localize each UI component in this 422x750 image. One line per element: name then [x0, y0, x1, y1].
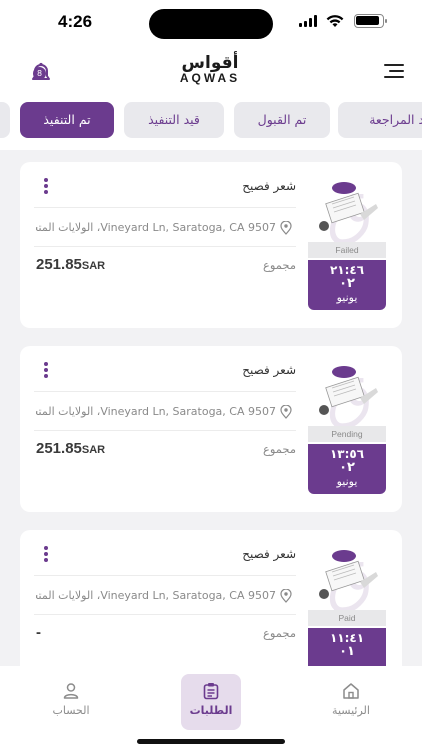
order-amount: 251.85SAR [36, 440, 105, 457]
location-pin-icon [280, 405, 292, 419]
signal-icon [299, 15, 319, 27]
order-address: Vineyard Ln, Saratoga, CA 9507، الولايات… [36, 221, 276, 234]
status-time: 4:26 [58, 12, 93, 31]
notification-badge: 8 [33, 67, 46, 80]
order-amount: 251.85SAR [36, 256, 105, 273]
order-card[interactable]: ق Failed ٢١:٤٦ ٠٢ يونيو شعر فصيح Vineyar… [20, 162, 402, 328]
order-title: شعر فصيح [242, 179, 296, 193]
divider [34, 391, 296, 392]
dynamic-island [149, 9, 273, 39]
user-icon [63, 683, 79, 699]
order-address: Vineyard Ln, Saratoga, CA 9507، الولايات… [36, 405, 276, 418]
total-label: مجموع [262, 626, 296, 640]
date-badge: ١١:٤١ ٠١ [308, 628, 386, 666]
amount-currency: SAR [81, 260, 106, 272]
total-label: مجموع [262, 258, 296, 272]
nav-label: الحساب [52, 704, 90, 717]
order-title: شعر فصيح [242, 547, 296, 561]
app-header: أقواس AQWAS [0, 48, 422, 94]
nav-label: الرئيسية [332, 704, 370, 717]
divider [34, 614, 296, 615]
order-time: ١٣:٥٦ [329, 447, 365, 461]
logo-latin: AQWAS [179, 71, 241, 85]
order-thumbnail: ق [319, 177, 378, 242]
clipboard-icon [203, 683, 219, 700]
amount-currency: SAR [81, 444, 106, 456]
amount-value: - [36, 624, 41, 641]
nav-label: الطلبات [189, 704, 233, 717]
order-month: يونيو [336, 291, 358, 304]
nav-orders[interactable]: الطلبات [181, 674, 241, 730]
tab-accepted[interactable]: تم القبول [234, 102, 330, 138]
bottom-navigation: الحساب الطلبات الرئيسية [0, 666, 422, 750]
status-tabs: قيد المراجعة تم القبول قيد التنفيذ تم ال… [0, 94, 422, 150]
date-badge: ١٣:٥٦ ٠٢ يونيو [308, 444, 386, 494]
location-pin-icon [280, 589, 292, 603]
wifi-icon [326, 15, 344, 27]
more-options-icon[interactable] [43, 178, 49, 194]
amount-value: 251.85 [36, 256, 82, 273]
divider [34, 575, 296, 576]
home-icon [343, 683, 359, 699]
orders-list: ق Failed ٢١:٤٦ ٠٢ يونيو شعر فصيح Vineyar… [0, 150, 422, 666]
battery-icon [354, 14, 387, 28]
nav-account[interactable]: الحساب [41, 674, 101, 730]
status-bar: 4:26 [0, 0, 422, 48]
order-card[interactable]: ق Pending ١٣:٥٦ ٠٢ يونيو شعر فصيح Vineya… [20, 346, 402, 512]
tab-in-progress[interactable]: قيد التنفيذ [124, 102, 224, 138]
order-day: ٠٢ [339, 276, 355, 291]
order-day: ٠٢ [339, 460, 355, 475]
tab-under-review[interactable]: قيد المراجعة [338, 102, 422, 138]
more-options-icon[interactable] [43, 546, 49, 562]
tab-partial[interactable] [0, 102, 10, 138]
order-month: يونيو [336, 475, 358, 488]
amount-value: 251.85 [36, 440, 82, 457]
status-label: Paid [308, 610, 386, 626]
tab-label: تم التنفيذ [43, 112, 91, 127]
order-time: ١١:٤١ [329, 631, 365, 645]
order-time: ٢١:٤٦ [329, 263, 365, 277]
date-badge: ٢١:٤٦ ٠٢ يونيو [308, 260, 386, 310]
location-pin-icon [280, 221, 292, 235]
status-label: Pending [308, 426, 386, 442]
divider [34, 430, 296, 431]
order-amount: - [36, 624, 41, 641]
divider [34, 207, 296, 208]
more-options-icon[interactable] [43, 362, 49, 378]
order-thumbnail: ق [319, 545, 378, 610]
order-title: شعر فصيح [242, 363, 296, 377]
tab-label: قيد التنفيذ [148, 112, 200, 127]
order-thumbnail: ق [319, 361, 378, 426]
home-indicator [137, 739, 285, 744]
menu-icon[interactable] [384, 64, 404, 78]
app-logo: أقواس AQWAS [175, 54, 245, 85]
divider [34, 246, 296, 247]
order-card[interactable]: ق Paid ١١:٤١ ٠١ شعر فصيح Vineyard Ln, Sa… [20, 530, 402, 666]
total-label: مجموع [262, 442, 296, 456]
status-label: Failed [308, 242, 386, 258]
tab-completed[interactable]: تم التنفيذ [20, 102, 114, 138]
order-day: ٠١ [339, 644, 355, 659]
tab-label: تم القبول [257, 112, 307, 127]
nav-home[interactable]: الرئيسية [321, 674, 381, 730]
logo-arabic: أقواس [181, 53, 239, 73]
order-address: Vineyard Ln, Saratoga, CA 9507، الولايات… [36, 589, 276, 602]
tab-label: قيد المراجعة [369, 112, 422, 127]
